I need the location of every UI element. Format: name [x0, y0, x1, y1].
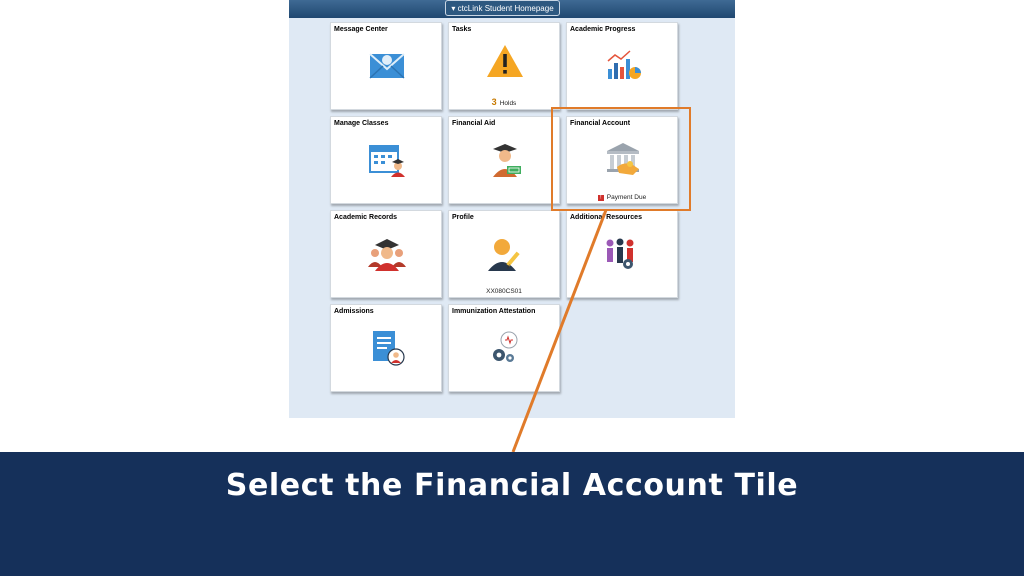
chart-icon — [607, 50, 641, 79]
tile-additional-resources[interactable]: Additional Resources — [566, 210, 678, 298]
tile-financial-account[interactable]: Financial Account ! Payment Due — [566, 116, 678, 204]
tile-title: Additional Resources — [570, 214, 642, 221]
tile-title: Financial Account — [570, 120, 631, 127]
tile-immunization-attestation[interactable]: Immunization Attestation — [448, 304, 560, 392]
bank-hand-icon — [607, 143, 639, 175]
graduate-money-icon — [493, 144, 521, 177]
tile-academic-progress[interactable]: Academic Progress — [566, 22, 678, 110]
tile-title: Manage Classes — [334, 120, 389, 127]
calendar-student-icon — [369, 145, 405, 177]
gears-health-icon — [493, 331, 518, 362]
payment-due-status: ! Payment Due — [567, 194, 677, 201]
tile-admissions[interactable]: Admissions — [330, 304, 442, 392]
profile-id: XX080CS01 — [486, 288, 522, 295]
tile-manage-classes[interactable]: Manage Classes — [330, 116, 442, 204]
document-person-icon — [373, 331, 405, 366]
tile-title: Tasks — [452, 26, 472, 33]
tile-title: Academic Progress — [570, 26, 636, 33]
tile-title: Message Center — [334, 26, 388, 33]
tile-title: Admissions — [334, 308, 374, 315]
tile-title: Financial Aid — [452, 120, 496, 127]
person-pencil-icon — [488, 239, 520, 271]
tile-message-center[interactable]: Message Center — [330, 22, 442, 110]
instruction-caption: Select the Financial Account Tile — [225, 468, 799, 503]
tile-academic-records[interactable]: Academic Records — [330, 210, 442, 298]
tile-profile[interactable]: Profile XX080CS01 — [448, 210, 560, 298]
alert-icon: ! — [597, 195, 604, 201]
student-homepage-dropdown[interactable]: ▾ ctcLink Student Homepage — [445, 0, 560, 16]
tile-financial-aid[interactable]: Financial Aid — [448, 116, 560, 204]
tile-title: Immunization Attestation — [452, 308, 536, 315]
warning-icon — [487, 45, 523, 77]
envelope-icon — [369, 53, 405, 79]
graduates-icon — [368, 239, 406, 271]
holds-count: 3 Holds — [491, 97, 517, 107]
people-gear-icon — [606, 238, 634, 269]
tile-tasks[interactable]: Tasks 3 Holds — [448, 22, 560, 110]
tile-title: Academic Records — [334, 214, 398, 221]
tile-title: Profile — [452, 214, 474, 221]
